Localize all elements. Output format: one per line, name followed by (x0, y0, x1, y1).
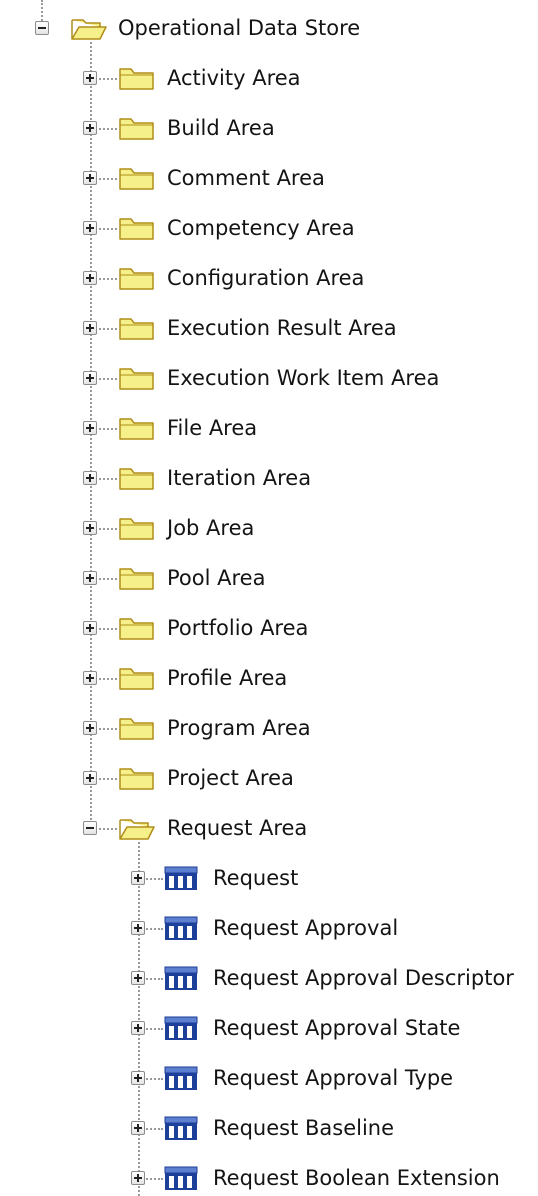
tree-connector-line (138, 842, 140, 1196)
folder-icon (118, 214, 156, 246)
table-expand-toggle[interactable] (131, 1071, 145, 1085)
table-expand-toggle[interactable] (131, 971, 145, 985)
folder-icon (118, 564, 156, 596)
folder-label: Comment Area (167, 166, 325, 190)
folder-label: Execution Result Area (167, 316, 397, 340)
folder-expand-toggle[interactable] (83, 621, 97, 635)
folder-expand-toggle[interactable] (83, 171, 97, 185)
folder-icon (118, 164, 156, 196)
folder-icon (118, 64, 156, 96)
folder-expand-toggle[interactable] (83, 471, 97, 485)
folder-collapse-toggle[interactable] (83, 821, 97, 835)
folder-expand-toggle[interactable] (83, 371, 97, 385)
table-icon (164, 1165, 198, 1195)
folder-expand-toggle[interactable] (83, 121, 97, 135)
table-expand-toggle[interactable] (131, 1021, 145, 1035)
table-expand-toggle[interactable] (131, 871, 145, 885)
folder-label: Activity Area (167, 66, 301, 90)
table-icon (164, 1115, 198, 1145)
table-icon (164, 915, 198, 945)
folder-label: Program Area (167, 716, 311, 740)
folder-expand-toggle[interactable] (83, 421, 97, 435)
folder-icon (118, 114, 156, 146)
folder-expand-toggle[interactable] (83, 71, 97, 85)
folder-label: Pool Area (167, 566, 266, 590)
table-icon (164, 865, 198, 895)
folder-label: Iteration Area (167, 466, 312, 490)
folder-label: File Area (167, 416, 258, 440)
folder-icon (118, 514, 156, 546)
root-collapse-toggle[interactable] (35, 21, 49, 35)
table-label: Request Approval State (213, 1016, 461, 1040)
folder-label: Execution Work Item Area (167, 366, 440, 390)
table-icon (164, 1065, 198, 1095)
folder-icon (118, 764, 156, 796)
tree-node-label: Operational Data Store (118, 16, 361, 40)
folder-label: Portfolio Area (167, 616, 309, 640)
folder-icon (118, 264, 156, 296)
table-label: Request Approval Type (213, 1066, 454, 1090)
table-label: Request (213, 866, 299, 890)
folder-label: Request Area (167, 816, 308, 840)
folder-expand-toggle[interactable] (83, 521, 97, 535)
folder-icon (118, 714, 156, 746)
folder-icon (118, 314, 156, 346)
folder-expand-toggle[interactable] (83, 221, 97, 235)
table-icon (164, 965, 198, 995)
folder-open-icon (70, 14, 108, 46)
tree-connector-line (41, 0, 43, 21)
folder-label: Profile Area (167, 666, 288, 690)
table-label: Request Approval Descriptor (213, 966, 514, 990)
table-icon (164, 1015, 198, 1045)
folder-icon (118, 364, 156, 396)
folder-icon (118, 414, 156, 446)
folder-icon (118, 614, 156, 646)
tree-connector-line (90, 42, 92, 828)
folder-expand-toggle[interactable] (83, 271, 97, 285)
folder-expand-toggle[interactable] (83, 321, 97, 335)
table-label: Request Approval (213, 916, 399, 940)
tree-view: Operational Data Store Activity Area Build… (0, 0, 538, 1196)
table-expand-toggle[interactable] (131, 921, 145, 935)
table-label: Request Boolean Extension (213, 1166, 500, 1190)
folder-expand-toggle[interactable] (83, 721, 97, 735)
folder-icon (118, 664, 156, 696)
table-label: Request Baseline (213, 1116, 395, 1140)
folder-label: Job Area (167, 516, 255, 540)
folder-label: Configuration Area (167, 266, 365, 290)
table-expand-toggle[interactable] (131, 1121, 145, 1135)
folder-icon (118, 464, 156, 496)
folder-label: Competency Area (167, 216, 355, 240)
folder-open-icon (118, 814, 156, 846)
folder-label: Build Area (167, 116, 275, 140)
folder-expand-toggle[interactable] (83, 771, 97, 785)
table-expand-toggle[interactable] (131, 1171, 145, 1185)
folder-expand-toggle[interactable] (83, 671, 97, 685)
folder-expand-toggle[interactable] (83, 571, 97, 585)
folder-label: Project Area (167, 766, 294, 790)
